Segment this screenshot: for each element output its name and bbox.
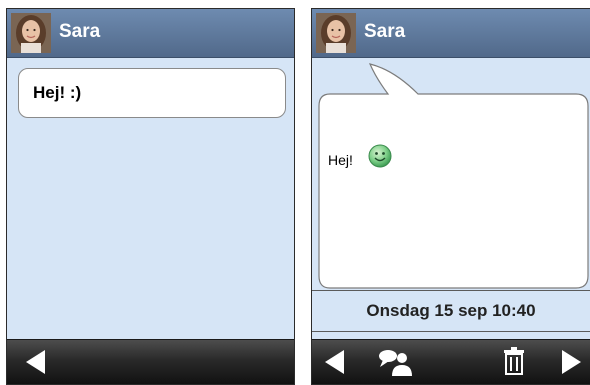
avatar-photo [11,13,51,53]
message-text: Hej! :) [33,83,82,102]
arrow-left-icon [325,350,344,374]
back-button[interactable] [320,340,350,384]
contact-avatar[interactable] [316,13,356,53]
compose-screen: Sara Hej! :) [6,8,295,385]
delete-button[interactable] [500,340,528,384]
message-timestamp: Onsdag 15 sep 10:40 [312,290,590,332]
speech-bubble [318,63,589,289]
footer-toolbar [312,339,590,384]
arrow-right-icon [562,350,581,374]
compose-area: Hej! :) [7,58,294,340]
header-bar: Sara [7,9,294,58]
message-text: Hej! [328,152,353,168]
arrow-left-icon [26,350,45,374]
contact-name: Sara [364,21,406,42]
chat-bubble-person-icon [379,350,412,376]
footer-toolbar [7,339,294,384]
contact-name: Sara [59,21,101,42]
smiley-icon [368,144,392,168]
contact-avatar[interactable] [11,13,51,53]
message-area: Hej! Onsdag 15 sep 10:40 [312,58,590,340]
message-view-screen: Sara Hej! Onsdag 15 sep 10:40 [311,8,590,385]
back-button[interactable] [21,340,51,384]
trash-icon [504,347,524,375]
message-input[interactable]: Hej! :) [18,68,286,118]
reply-button[interactable] [374,340,416,384]
header-bar: Sara [312,9,590,58]
next-button[interactable] [556,340,586,384]
avatar-photo [316,13,356,53]
